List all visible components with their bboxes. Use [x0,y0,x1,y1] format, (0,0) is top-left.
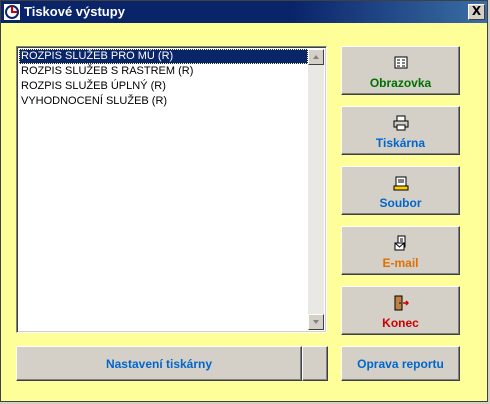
app-icon [4,4,20,20]
exit-button-label: Konec [382,316,419,330]
printer-icon [393,115,408,131]
exit-door-icon [394,295,409,311]
screen-button-label: Obrazovka [369,76,432,90]
arrow-up-icon [313,55,319,59]
title-bar: Tiskové výstupy X [1,1,487,23]
edit-report-label: Oprava reportu [357,356,444,371]
file-icon [393,176,408,191]
printer-settings-dropdown-button[interactable] [302,346,328,381]
printer-settings-label: Nastavení tiskárny [105,356,213,371]
printer-button[interactable]: Tiskárna [341,106,460,155]
list-item[interactable]: ROZPIS SLUŽEB S RASTREM (R) [19,64,308,79]
printer-settings-button[interactable]: Nastavení tiskárny [16,346,302,381]
exit-button[interactable]: Konec [341,286,460,335]
edit-report-button[interactable]: Oprava reportu [341,346,460,381]
dialog-body: ROZPIS SLUŽEB PRO MÚ (R) ROZPIS SLUŽEB S … [1,23,487,401]
list-item[interactable]: VYHODNOCENÍ SLUŽEB (R) [19,94,308,109]
email-button[interactable]: E-mail [341,226,460,275]
printer-button-label: Tiskárna [375,136,426,150]
arrow-down-icon [313,320,319,324]
window-title: Tiskové výstupy [24,4,125,19]
close-button[interactable]: X [468,4,485,20]
screen-button[interactable]: Obrazovka [341,46,460,95]
file-button[interactable]: Soubor [341,166,460,215]
email-button-label: E-mail [382,256,419,270]
file-button-label: Soubor [379,196,422,210]
report-list: ROZPIS SLUŽEB PRO MÚ (R) ROZPIS SLUŽEB S … [19,49,308,109]
email-icon [394,235,405,251]
print-outputs-window: Tiskové výstupy X ROZPIS SLUŽEB PRO MÚ (… [0,0,488,402]
vertical-scrollbar[interactable] [308,49,324,330]
report-listbox[interactable]: ROZPIS SLUŽEB PRO MÚ (R) ROZPIS SLUŽEB S … [16,46,327,333]
scroll-down-button[interactable] [308,314,324,330]
list-item[interactable]: ROZPIS SLUŽEB ÚPLNÝ (R) [19,79,308,94]
list-item[interactable]: ROZPIS SLUŽEB PRO MÚ (R) [19,49,308,64]
screen-icon [394,56,407,69]
scroll-up-button[interactable] [308,49,324,65]
